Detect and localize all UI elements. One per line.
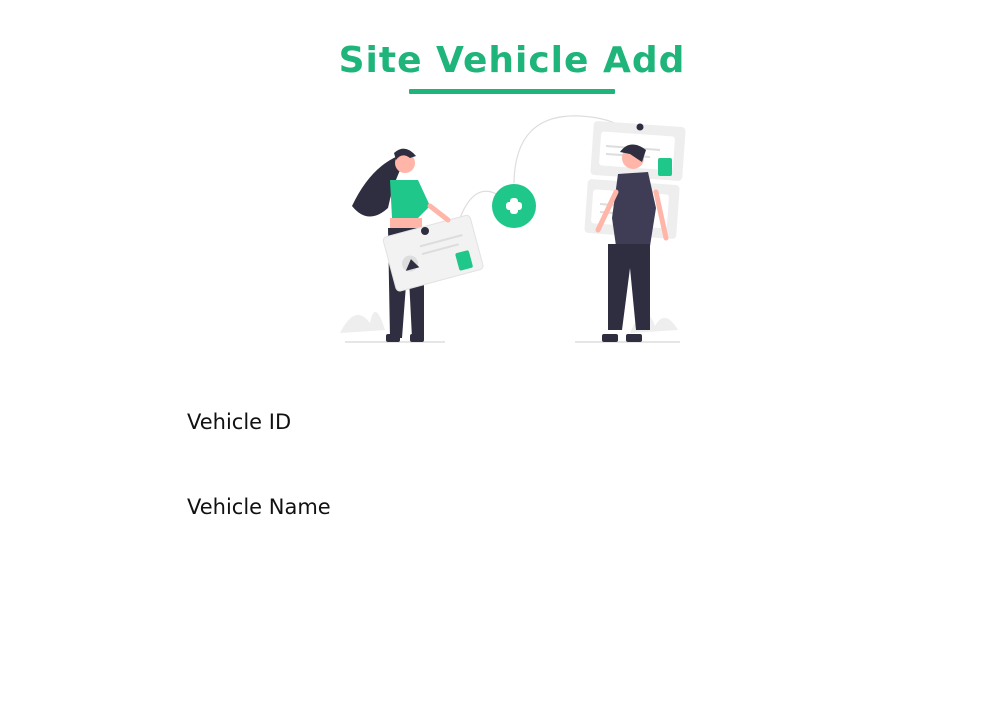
add-circle-icon	[492, 184, 536, 228]
vehicle-name-label: Vehicle Name	[187, 495, 331, 519]
title-underline	[409, 89, 615, 94]
page-title: Site Vehicle Add	[338, 40, 686, 81]
woman-figure	[352, 148, 484, 342]
vehicle-id-label: Vehicle ID	[187, 410, 292, 434]
add-items-illustration	[340, 115, 686, 343]
site-vehicle-add-page: Site Vehicle Add Vehicle ID Vehicle Name	[0, 0, 986, 720]
